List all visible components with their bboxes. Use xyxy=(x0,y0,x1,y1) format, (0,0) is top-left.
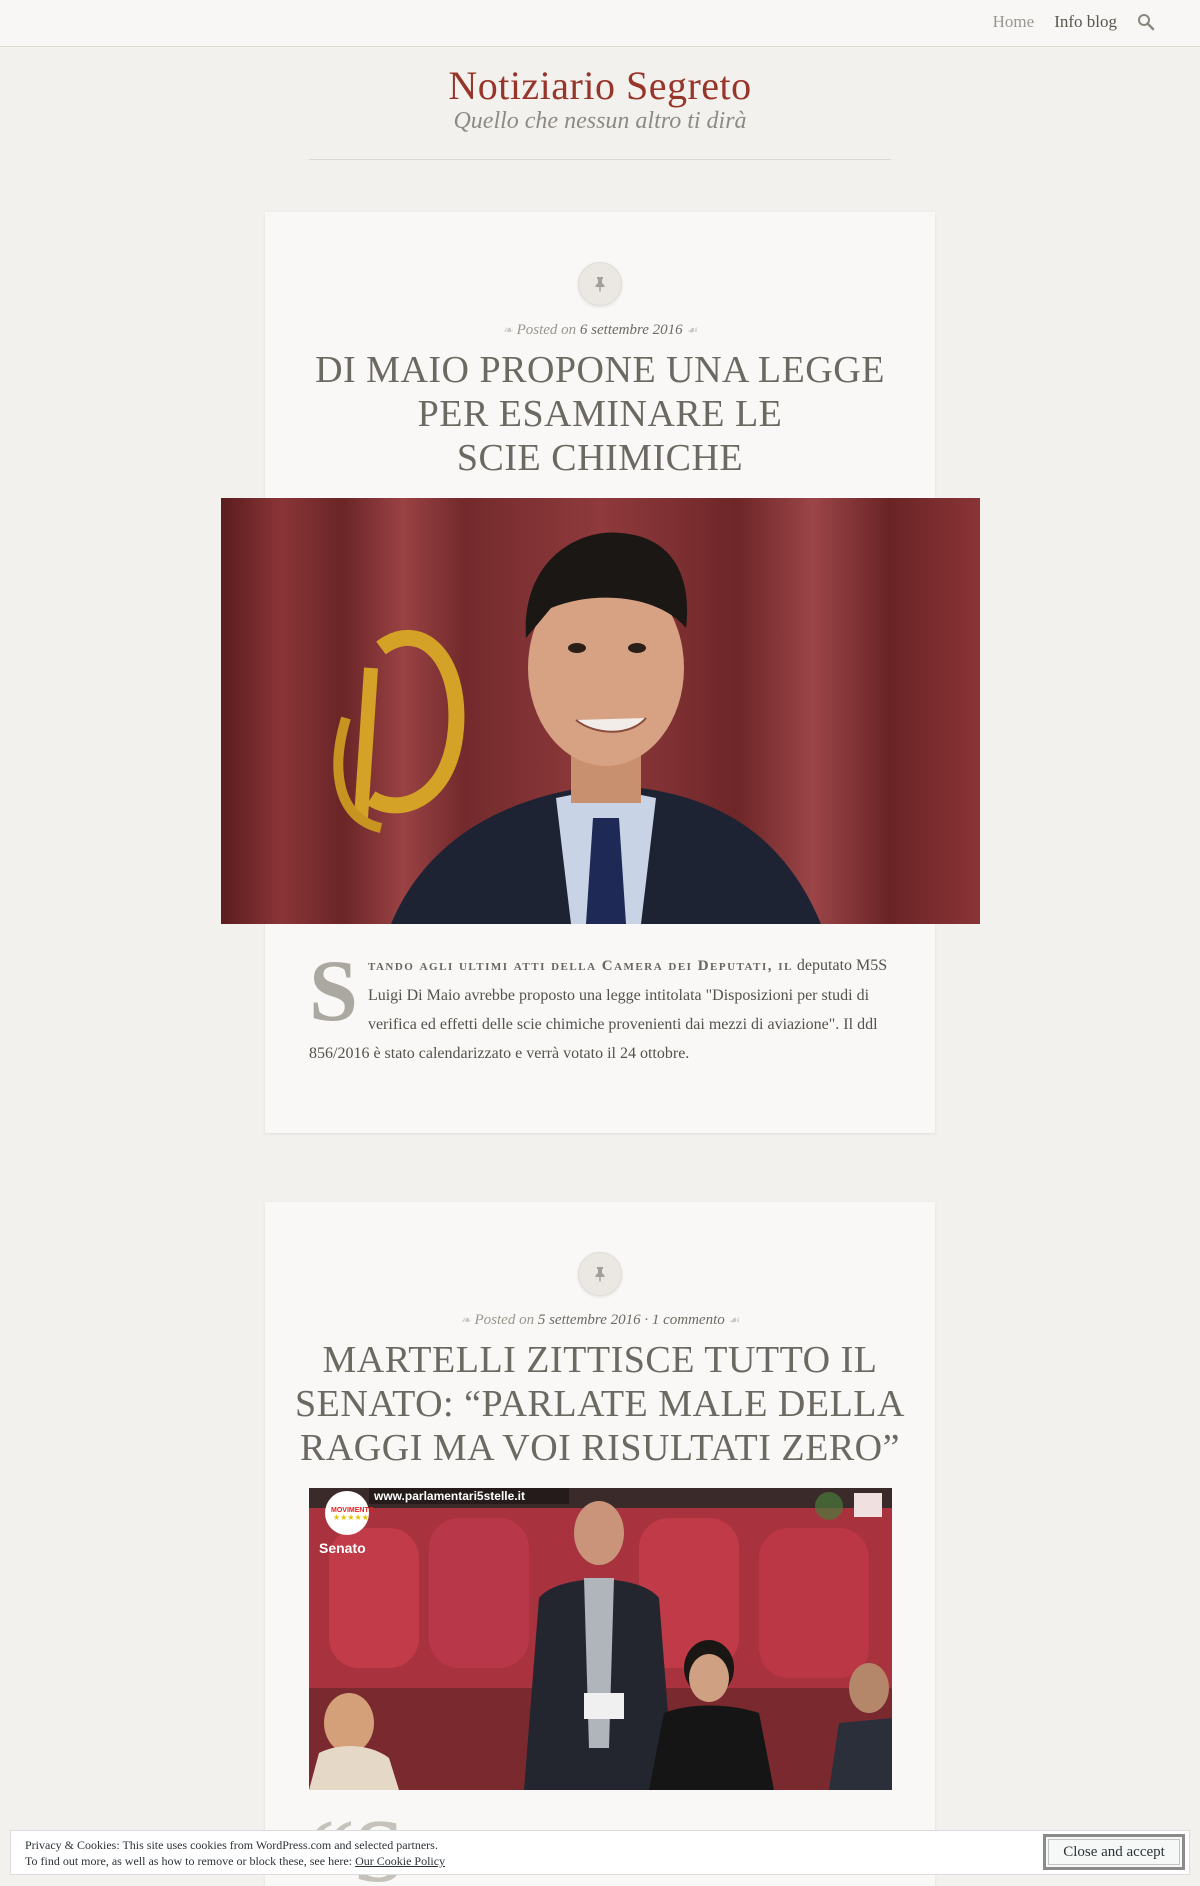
post-excerpt: S tando agli ultimi atti della Camera de… xyxy=(309,943,888,1063)
sticky-pin-badge xyxy=(578,262,622,306)
main-nav: Home Info blog xyxy=(993,12,1155,32)
post-featured-image[interactable]: www.parlamentari5stelle.it MOVIMENTO ★★★… xyxy=(309,1488,892,1790)
post-title[interactable]: DI MAIO PROPONE UNA LEGGE PER ESAMINARE … xyxy=(295,348,905,480)
header-divider xyxy=(309,159,891,160)
nav-home-link[interactable]: Home xyxy=(993,12,1035,32)
cookie-policy-link[interactable]: Our Cookie Policy xyxy=(355,1854,445,1868)
post-featured-image[interactable] xyxy=(221,498,980,924)
pin-icon xyxy=(595,277,605,292)
post-date-link[interactable]: 6 settembre 2016 xyxy=(580,322,683,338)
nav-info-blog-link[interactable]: Info blog xyxy=(1054,12,1117,32)
overlay-site-text: www.parlamentari5stelle.it xyxy=(373,1489,525,1503)
comments-link[interactable]: 1 commento xyxy=(652,1312,725,1328)
post-date-link[interactable]: 5 settembre 2016 xyxy=(538,1312,641,1328)
sticky-pin-badge xyxy=(578,1252,622,1296)
cookie-banner: Privacy & Cookies: This site uses cookie… xyxy=(10,1830,1190,1875)
cookie-text: Privacy & Cookies: This site uses cookie… xyxy=(25,1838,446,1868)
pin-icon xyxy=(595,1267,605,1282)
overlay-senato-text: Senato xyxy=(319,1540,366,1556)
site-description: Quello che nessun altro ti dirà xyxy=(453,108,747,134)
site-title[interactable]: Notiziario Segreto xyxy=(0,62,1200,109)
top-bar: Home Info blog xyxy=(0,0,1200,47)
search-icon[interactable] xyxy=(1137,13,1155,31)
post-meta: ❧ Posted on 5 settembre 2016 · 1 comment… xyxy=(460,1312,740,1328)
close-and-accept-button[interactable]: Close and accept xyxy=(1043,1834,1185,1870)
svg-text:★★★★★: ★★★★★ xyxy=(333,1513,369,1522)
post-meta: ❧ Posted on 6 settembre 2016 ☙ xyxy=(502,322,698,338)
drop-cap: S xyxy=(309,943,358,1040)
post-title[interactable]: MARTELLI ZITTISCE TUTTO IL SENATO: “PARL… xyxy=(295,1338,905,1470)
